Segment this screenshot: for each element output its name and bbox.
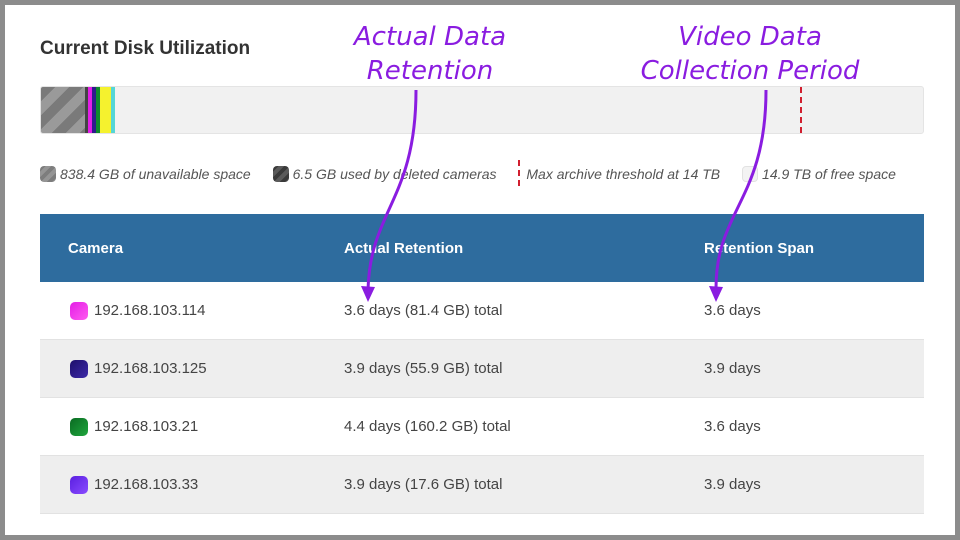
arrowhead-actual-retention [361, 286, 375, 302]
arrowhead-retention-span [709, 286, 723, 302]
arrow-retention-span [714, 89, 768, 289]
arrow-actual-retention [366, 89, 418, 291]
annotation-arrows [361, 89, 768, 302]
